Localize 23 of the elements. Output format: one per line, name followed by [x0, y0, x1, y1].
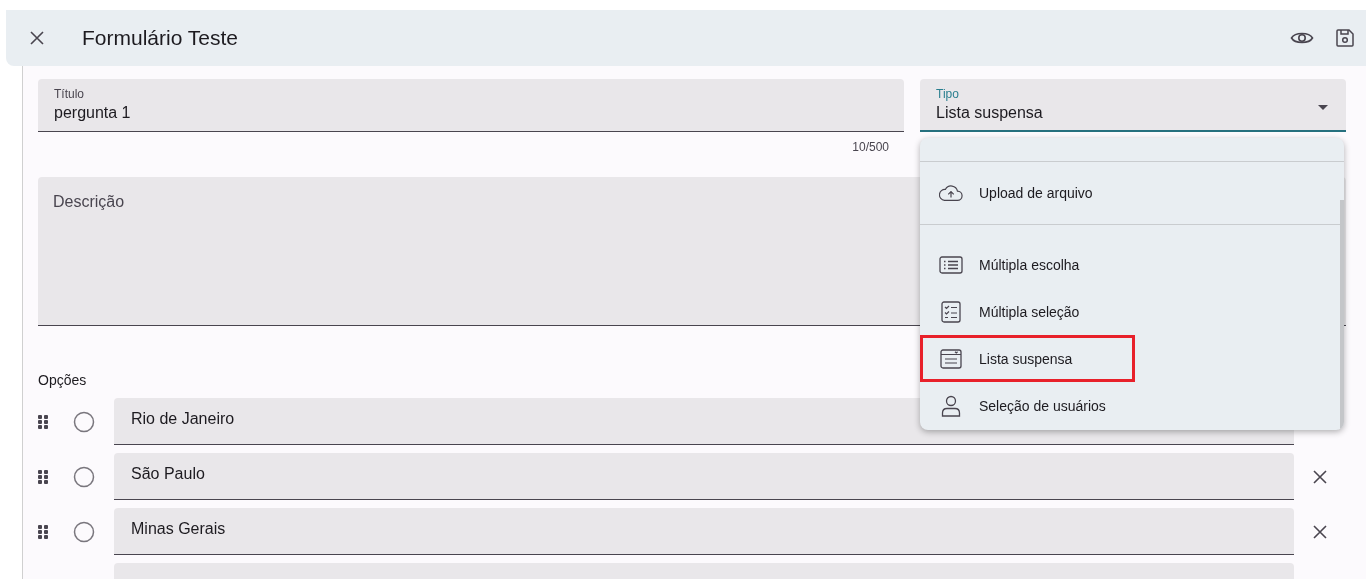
dropdown-icon	[939, 348, 963, 369]
drag-handle-icon[interactable]	[38, 524, 48, 539]
radio-icon	[73, 520, 95, 543]
field-label: Tipo	[936, 87, 960, 101]
type-select[interactable]: Tipo Lista suspensa	[920, 79, 1346, 132]
upload-icon	[939, 184, 963, 202]
menu-item[interactable]: Lista suspensa	[920, 335, 1136, 382]
checklist-icon	[939, 300, 963, 323]
user-icon	[939, 394, 963, 417]
radio-icon	[73, 410, 95, 433]
list-icon	[939, 255, 963, 274]
section-label: Opções	[38, 372, 88, 388]
option-field[interactable]: São Paulo	[114, 453, 1294, 500]
drag-handle-icon[interactable]	[38, 469, 48, 484]
menu-item[interactable]: Múltipla escolha	[920, 241, 1143, 288]
option-field[interactable]: Minas Gerais	[114, 508, 1294, 555]
character-counter: 10/500	[851, 140, 889, 156]
title-field[interactable]: Título pergunta 1	[38, 79, 904, 132]
field-label: Título	[54, 87, 85, 101]
radio-icon	[73, 465, 95, 488]
form-title: Formulário Teste	[82, 26, 239, 50]
caret-icon	[1318, 105, 1328, 110]
drag-handle-icon[interactable]	[38, 414, 48, 429]
